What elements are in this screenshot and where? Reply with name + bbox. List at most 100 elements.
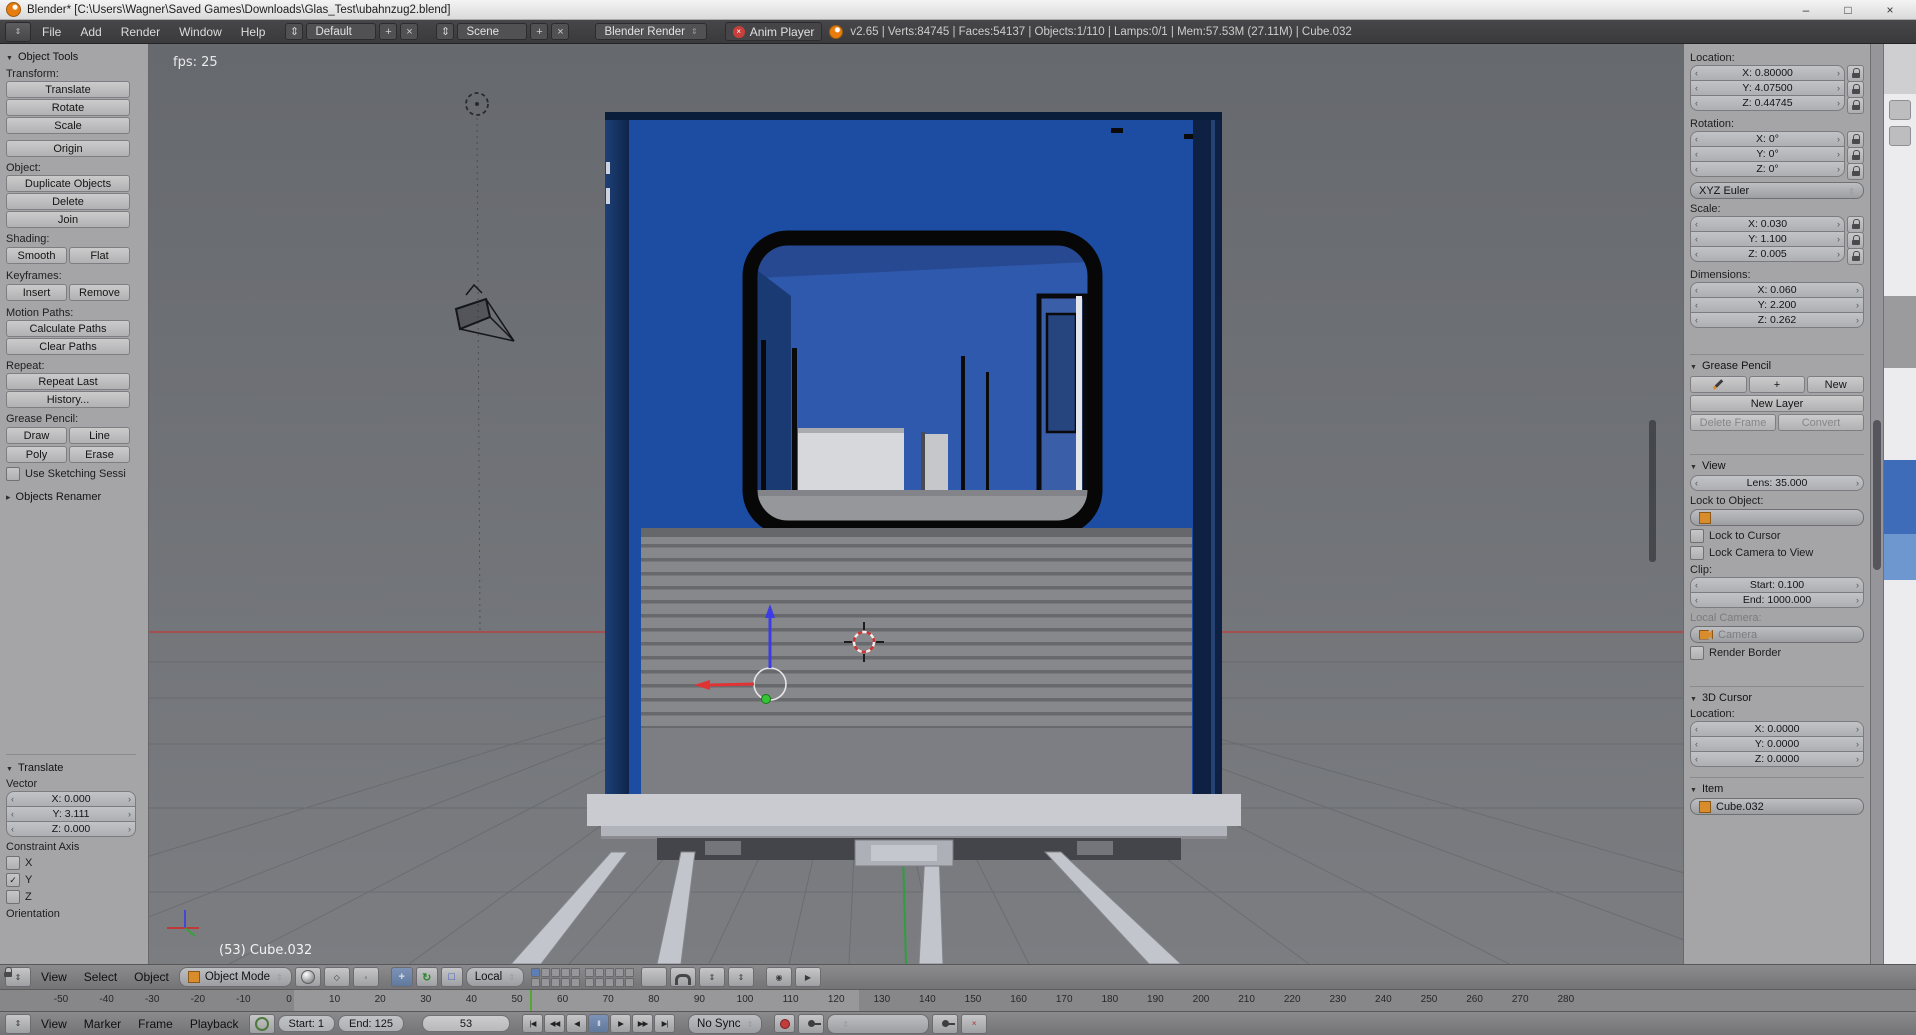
preview-range-toggle[interactable] [249, 1014, 275, 1034]
smooth-button[interactable]: Smooth [6, 247, 67, 264]
layer-toggle[interactable] [625, 978, 634, 987]
transport-button[interactable]: Ⅱ [588, 1014, 609, 1033]
scene-field[interactable]: Scene [457, 23, 527, 40]
layer-toggle[interactable] [571, 978, 580, 987]
current-frame-field[interactable]: 53 [422, 1015, 510, 1032]
flat-button[interactable]: Flat [69, 247, 130, 264]
viewport-3d[interactable]: fps: 25 (53) Cube.032 [149, 44, 1683, 964]
lock-rotation-x-icon[interactable] [1847, 131, 1864, 148]
translate-button[interactable]: Translate [6, 81, 130, 98]
dimensions-x-field[interactable]: X: 0.060 [1690, 282, 1864, 298]
opengl-render-image-button[interactable]: ◉ [766, 967, 792, 987]
minimize-button[interactable]: – [1786, 1, 1826, 19]
lens-field[interactable]: Lens: 35.000 [1690, 475, 1864, 491]
cursor-y-field[interactable]: Y: 0.0000 [1690, 736, 1864, 752]
layer-toggle[interactable] [541, 978, 550, 987]
anim-player-button[interactable]: Anim Player [725, 22, 823, 41]
menu-object[interactable]: Object [127, 970, 176, 984]
editor-type-icon[interactable]: ⇕ [5, 1014, 31, 1034]
layer-toggle[interactable] [531, 978, 540, 987]
insert-keyframe-icon[interactable] [932, 1014, 958, 1034]
viewport-shading-dropdown[interactable] [295, 967, 321, 987]
scale-y-field[interactable]: Y: 1.100 [1690, 231, 1845, 247]
auto-keyframe-record-button[interactable] [774, 1014, 795, 1033]
manipulator-translate-toggle[interactable]: + [391, 967, 413, 987]
layer-toggle[interactable] [605, 978, 614, 987]
panel-objects-renamer[interactable]: Objects Renamer [6, 491, 142, 503]
lock-to-cursor-checkbox[interactable]: Lock to Cursor [1690, 529, 1864, 543]
lock-scale-z-icon[interactable] [1847, 248, 1864, 265]
layer-toggle[interactable] [541, 968, 550, 977]
layer-toggle[interactable] [625, 968, 634, 977]
location-z-field[interactable]: Z: 0.44745 [1690, 95, 1845, 111]
layer-toggle[interactable] [531, 968, 540, 977]
rotate-button[interactable]: Rotate [6, 99, 130, 116]
scene-add-button[interactable]: + [530, 23, 548, 40]
menu-playback[interactable]: Playback [183, 1017, 246, 1031]
screen-layout-add-button[interactable]: + [379, 23, 397, 40]
gp-poly-button[interactable]: Poly [6, 446, 67, 463]
layer-toggle[interactable] [585, 978, 594, 987]
clip-end-field[interactable]: End: 1000.000 [1690, 592, 1864, 608]
lock-rotation-y-icon[interactable] [1847, 147, 1864, 164]
snap-target-dropdown[interactable]: ⇕ [728, 967, 754, 987]
lock-to-scene-icon[interactable] [641, 967, 667, 987]
origin-button[interactable]: Origin [6, 140, 130, 157]
menu-add[interactable]: Add [72, 25, 109, 39]
layer-toggle[interactable] [551, 978, 560, 987]
current-frame-indicator[interactable] [530, 990, 532, 1012]
maximize-button[interactable]: □ [1828, 1, 1868, 19]
rotation-x-field[interactable]: X: 0° [1690, 131, 1845, 147]
scale-x-field[interactable]: X: 0.030 [1690, 216, 1845, 232]
constraint-z-checkbox[interactable]: Z [6, 890, 136, 904]
lock-rotation-z-icon[interactable] [1847, 163, 1864, 180]
menu-frame[interactable]: Frame [131, 1017, 180, 1031]
screen-layout-field[interactable]: Default [306, 23, 376, 40]
gp-draw-button[interactable]: Draw [6, 427, 67, 444]
layer-toggle[interactable] [585, 968, 594, 977]
delete-button[interactable]: Delete [6, 193, 130, 210]
transport-button[interactable]: ◀ [566, 1014, 587, 1033]
use-sketching-checkbox[interactable]: Use Sketching Sessi [6, 467, 142, 481]
pivot-align-toggle[interactable]: ◦ [353, 967, 379, 987]
editor-type-icon[interactable]: ⇕ [5, 22, 31, 42]
sync-dropdown[interactable]: No Sync [688, 1014, 762, 1034]
gp-line-button[interactable]: Line [69, 427, 130, 444]
constraint-y-checkbox[interactable]: Y [6, 873, 136, 887]
keying-set-icon[interactable] [798, 1014, 824, 1034]
render-border-checkbox[interactable]: Render Border [1690, 646, 1864, 660]
cursor-x-field[interactable]: X: 0.0000 [1690, 721, 1864, 737]
delete-frame-button[interactable]: Delete Frame [1690, 414, 1776, 431]
join-button[interactable]: Join [6, 211, 130, 228]
transport-button[interactable]: |◀ [522, 1014, 543, 1033]
transport-button[interactable]: ▶ [610, 1014, 631, 1033]
layer-toggle[interactable] [551, 968, 560, 977]
layer-toggle[interactable] [605, 968, 614, 977]
lock-scale-y-icon[interactable] [1847, 232, 1864, 249]
rotation-mode-dropdown[interactable]: XYZ Euler [1690, 182, 1864, 199]
scale-z-field[interactable]: Z: 0.005 [1690, 246, 1845, 262]
panel-3d-cursor[interactable]: 3D Cursor [1690, 686, 1864, 704]
pivot-point-dropdown[interactable]: ◇ [324, 967, 350, 987]
dimensions-y-field[interactable]: Y: 2.200 [1690, 297, 1864, 313]
layer-toggle[interactable] [571, 968, 580, 977]
region-scroller[interactable] [1649, 420, 1656, 562]
vector-x-field[interactable]: X: 0.000 [6, 791, 136, 807]
menu-file[interactable]: File [34, 25, 69, 39]
close-button[interactable]: × [1870, 1, 1910, 19]
menu-window[interactable]: Window [171, 25, 230, 39]
scene-delete-button[interactable]: × [551, 23, 569, 40]
insert-keyframe-button[interactable]: Insert [6, 284, 67, 301]
new-layer-button[interactable]: New Layer [1690, 395, 1864, 412]
vector-z-field[interactable]: Z: 0.000 [6, 821, 136, 837]
lock-scale-x-icon[interactable] [1847, 216, 1864, 233]
opengl-render-anim-button[interactable]: ▶ [795, 967, 821, 987]
menu-view[interactable]: View [34, 1017, 74, 1031]
panel-view[interactable]: View [1690, 454, 1864, 472]
remove-keyframe-button[interactable]: Remove [69, 284, 130, 301]
layer-toggle[interactable] [595, 978, 604, 987]
history-button[interactable]: History... [6, 391, 130, 408]
clip-start-field[interactable]: Start: 0.100 [1690, 577, 1864, 593]
menu-render[interactable]: Render [113, 25, 168, 39]
y-handle[interactable] [762, 695, 771, 704]
